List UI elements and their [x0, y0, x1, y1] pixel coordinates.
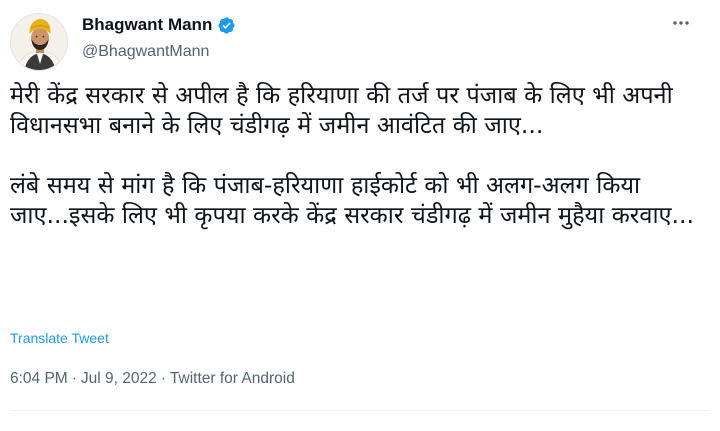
- divider: [10, 410, 710, 411]
- profile-photo-icon: [11, 14, 67, 70]
- author-handle[interactable]: @BhagwantMann: [82, 43, 209, 61]
- tweet-time[interactable]: 6:04 PM: [10, 370, 68, 388]
- meta-separator: ·: [71, 370, 77, 387]
- tweet-text: मेरी केंद्र सरकार से अपील है कि हरियाणा …: [10, 81, 694, 229]
- more-options-button[interactable]: [666, 8, 696, 38]
- more-options-icon: [673, 21, 689, 25]
- meta-separator: ·: [160, 370, 166, 387]
- author-name[interactable]: Bhagwant Mann: [82, 15, 212, 35]
- tweet-date[interactable]: Jul 9, 2022: [81, 370, 157, 388]
- author-name-row[interactable]: Bhagwant Mann: [82, 15, 236, 35]
- tweet-metadata: 6:04 PM · Jul 9, 2022 · Twitter for Andr…: [10, 370, 295, 388]
- tweet-source[interactable]: Twitter for Android: [170, 370, 295, 388]
- verified-badge-icon: [217, 16, 236, 35]
- translate-tweet-link[interactable]: Translate Tweet: [10, 330, 109, 346]
- avatar[interactable]: [10, 13, 68, 71]
- tweet: Bhagwant Mann @BhagwantMann मेरी केंद्र …: [0, 0, 720, 431]
